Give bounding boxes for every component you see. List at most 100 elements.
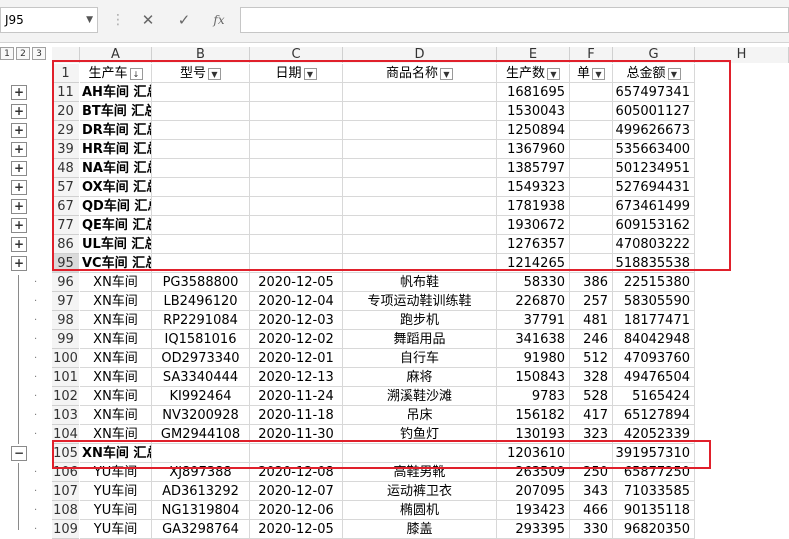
empty-cell[interactable] — [570, 121, 613, 140]
summary-qty[interactable]: 1250894 — [497, 121, 570, 140]
summary-label[interactable]: AH车间 汇总 — [80, 83, 152, 102]
empty-cell[interactable] — [570, 159, 613, 178]
empty-cell[interactable] — [570, 197, 613, 216]
date-cell[interactable]: 2020-12-07 — [250, 482, 343, 501]
empty-cell[interactable] — [152, 235, 250, 254]
empty-cell[interactable] — [570, 83, 613, 102]
summary-label[interactable]: OX车间 汇总 — [80, 178, 152, 197]
model-cell[interactable]: GM2944108 — [152, 425, 250, 444]
total-cell[interactable]: 5165424 — [613, 387, 695, 406]
summary-total[interactable]: 657497341 — [613, 83, 695, 102]
qty-cell[interactable]: 226870 — [497, 292, 570, 311]
total-cell[interactable]: 47093760 — [613, 349, 695, 368]
row-header-86[interactable]: 86 — [52, 235, 79, 254]
date-cell[interactable]: 2020-12-01 — [250, 349, 343, 368]
empty-cell[interactable] — [250, 121, 343, 140]
product-cell[interactable]: 帆布鞋 — [343, 273, 497, 292]
insert-function-icon[interactable]: fx — [204, 7, 234, 33]
row-header-106[interactable]: 106 — [52, 463, 79, 482]
summary-label[interactable]: VC车间 汇总 — [80, 254, 152, 273]
summary-label[interactable]: XN车间 汇总 — [80, 444, 152, 463]
model-cell[interactable]: AD3613292 — [152, 482, 250, 501]
price-cell[interactable]: 528 — [570, 387, 613, 406]
workshop-cell[interactable]: XN车间 — [80, 330, 152, 349]
workshop-cell[interactable]: XN车间 — [80, 292, 152, 311]
row-header-1[interactable]: 1 — [52, 64, 79, 83]
confirm-icon[interactable]: ✓ — [169, 7, 199, 33]
empty-cell[interactable] — [343, 216, 497, 235]
column-header-e[interactable]: E — [497, 47, 570, 63]
qty-cell[interactable]: 130193 — [497, 425, 570, 444]
summary-label[interactable]: HR车间 汇总 — [80, 140, 152, 159]
product-cell[interactable]: 高鞋男靴 — [343, 463, 497, 482]
select-all-corner[interactable] — [52, 47, 80, 63]
model-cell[interactable]: SA3340444 — [152, 368, 250, 387]
empty-cell[interactable] — [343, 140, 497, 159]
row-header-108[interactable]: 108 — [52, 501, 79, 520]
summary-total[interactable]: 605001127 — [613, 102, 695, 121]
chevron-down-icon[interactable]: ▼ — [86, 8, 93, 32]
row-header-29[interactable]: 29 — [52, 121, 79, 140]
price-cell[interactable]: 250 — [570, 463, 613, 482]
summary-total[interactable]: 499626673 — [613, 121, 695, 140]
collapse-group-button[interactable]: − — [11, 446, 27, 461]
summary-qty[interactable]: 1681695 — [497, 83, 570, 102]
product-cell[interactable]: 吊床 — [343, 406, 497, 425]
expand-group-button[interactable]: + — [11, 142, 27, 157]
empty-cell[interactable] — [152, 83, 250, 102]
date-cell[interactable]: 2020-12-05 — [250, 273, 343, 292]
row-header-11[interactable]: 11 — [52, 83, 79, 102]
expand-group-button[interactable]: + — [11, 256, 27, 271]
empty-cell[interactable] — [570, 140, 613, 159]
empty-cell[interactable] — [343, 235, 497, 254]
total-cell[interactable]: 90135118 — [613, 501, 695, 520]
header-cell-model[interactable]: 型号 ▼ — [152, 64, 250, 83]
summary-total[interactable]: 673461499 — [613, 197, 695, 216]
summary-qty[interactable]: 1530043 — [497, 102, 570, 121]
model-cell[interactable]: LB2496120 — [152, 292, 250, 311]
date-cell[interactable]: 2020-12-04 — [250, 292, 343, 311]
empty-cell[interactable] — [152, 159, 250, 178]
qty-cell[interactable]: 37791 — [497, 311, 570, 330]
column-header-d[interactable]: D — [343, 47, 497, 63]
summary-total[interactable]: 518835538 — [613, 254, 695, 273]
total-cell[interactable]: 42052339 — [613, 425, 695, 444]
row-header-95[interactable]: 95 — [52, 254, 79, 273]
model-cell[interactable]: PG3588800 — [152, 273, 250, 292]
empty-cell[interactable] — [343, 121, 497, 140]
total-cell[interactable]: 65127894 — [613, 406, 695, 425]
row-header-103[interactable]: 103 — [52, 406, 79, 425]
price-cell[interactable]: 323 — [570, 425, 613, 444]
row-header-77[interactable]: 77 — [52, 216, 79, 235]
expand-group-button[interactable]: + — [11, 161, 27, 176]
outline-level-3[interactable]: 3 — [32, 47, 46, 60]
qty-cell[interactable]: 58330 — [497, 273, 570, 292]
empty-cell[interactable] — [250, 235, 343, 254]
column-header-c[interactable]: C — [250, 47, 343, 63]
price-cell[interactable]: 386 — [570, 273, 613, 292]
empty-cell[interactable] — [250, 178, 343, 197]
summary-label[interactable]: DR车间 汇总 — [80, 121, 152, 140]
empty-cell[interactable] — [570, 254, 613, 273]
row-header-97[interactable]: 97 — [52, 292, 79, 311]
row-header-105[interactable]: 105 — [52, 444, 79, 463]
summary-qty[interactable]: 1367960 — [497, 140, 570, 159]
header-cell-ws[interactable]: 生产车 ↓ — [80, 64, 152, 83]
model-cell[interactable]: KI992464 — [152, 387, 250, 406]
expand-group-button[interactable]: + — [11, 180, 27, 195]
summary-qty[interactable]: 1549323 — [497, 178, 570, 197]
product-cell[interactable]: 溯溪鞋沙滩 — [343, 387, 497, 406]
model-cell[interactable]: RP2291084 — [152, 311, 250, 330]
date-cell[interactable]: 2020-12-02 — [250, 330, 343, 349]
empty-cell[interactable] — [570, 178, 613, 197]
price-cell[interactable]: 343 — [570, 482, 613, 501]
total-cell[interactable]: 58305590 — [613, 292, 695, 311]
expand-group-button[interactable]: + — [11, 104, 27, 119]
row-header-101[interactable]: 101 — [52, 368, 79, 387]
price-cell[interactable]: 466 — [570, 501, 613, 520]
outline-level-2[interactable]: 2 — [16, 47, 30, 60]
total-cell[interactable]: 49476504 — [613, 368, 695, 387]
summary-qty[interactable]: 1781938 — [497, 197, 570, 216]
product-cell[interactable]: 跑步机 — [343, 311, 497, 330]
qty-cell[interactable]: 263509 — [497, 463, 570, 482]
